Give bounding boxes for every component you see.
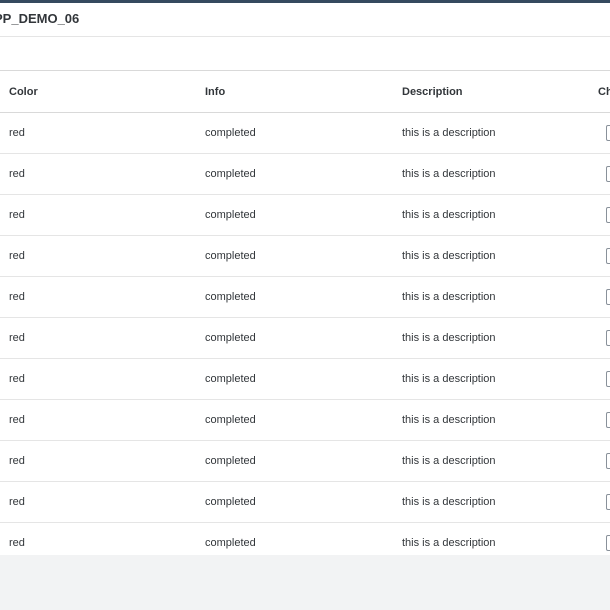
cell-description: this is a description — [402, 209, 496, 221]
cell-color: red — [9, 291, 25, 303]
cell-description: this is a description — [402, 332, 496, 344]
cell-info: completed — [205, 373, 256, 385]
cell-color: red — [9, 168, 25, 180]
cell-color: red — [9, 414, 25, 426]
table-row[interactable]: red completed this is a description — [0, 318, 610, 359]
cell-description: this is a description — [402, 373, 496, 385]
table-row[interactable]: red completed this is a description — [0, 277, 610, 318]
cell-info: completed — [205, 496, 256, 508]
table-row[interactable]: red completed this is a description — [0, 113, 610, 154]
cell-description: this is a description — [402, 291, 496, 303]
table-row[interactable]: red completed this is a description — [0, 400, 610, 441]
toolbar — [0, 37, 610, 71]
cell-description: this is a description — [402, 168, 496, 180]
table-row[interactable]: red completed this is a description — [0, 523, 610, 555]
column-header-info[interactable]: Info — [205, 71, 225, 112]
cell-color: red — [9, 373, 25, 385]
table-row[interactable]: red completed this is a description — [0, 482, 610, 523]
column-header-description[interactable]: Description — [402, 71, 463, 112]
cell-color: red — [9, 455, 25, 467]
row-checkbox[interactable] — [606, 535, 610, 551]
cell-info: completed — [205, 414, 256, 426]
cell-description: this is a description — [402, 455, 496, 467]
cell-color: red — [9, 250, 25, 262]
cell-info: completed — [205, 332, 256, 344]
cell-color: red — [9, 537, 25, 549]
cell-description: this is a description — [402, 496, 496, 508]
row-checkbox[interactable] — [606, 248, 610, 264]
cell-info: completed — [205, 168, 256, 180]
row-checkbox[interactable] — [606, 330, 610, 346]
cell-description: this is a description — [402, 127, 496, 139]
row-checkbox[interactable] — [606, 207, 610, 223]
table-row[interactable]: red completed this is a description — [0, 359, 610, 400]
row-checkbox[interactable] — [606, 412, 610, 428]
table-header-row: Color Info Description Ch — [0, 71, 610, 113]
table-row[interactable]: red completed this is a description — [0, 195, 610, 236]
cell-description: this is a description — [402, 414, 496, 426]
cell-info: completed — [205, 455, 256, 467]
cell-info: completed — [205, 291, 256, 303]
row-checkbox[interactable] — [606, 166, 610, 182]
cell-info: completed — [205, 537, 256, 549]
table-row[interactable]: red completed this is a description — [0, 154, 610, 195]
cell-description: this is a description — [402, 537, 496, 549]
page-header: PP_DEMO_06 — [0, 3, 610, 37]
row-checkbox[interactable] — [606, 289, 610, 305]
cell-info: completed — [205, 250, 256, 262]
cell-color: red — [9, 496, 25, 508]
column-header-color[interactable]: Color — [9, 71, 38, 112]
cell-color: red — [9, 332, 25, 344]
row-checkbox[interactable] — [606, 125, 610, 141]
column-header-checkbox[interactable]: Ch — [598, 71, 610, 112]
cell-info: completed — [205, 209, 256, 221]
page-title: PP_DEMO_06 — [0, 11, 80, 26]
table-row[interactable]: red completed this is a description — [0, 236, 610, 277]
cell-color: red — [9, 209, 25, 221]
table-row[interactable]: red completed this is a description — [0, 441, 610, 482]
cell-info: completed — [205, 127, 256, 139]
row-checkbox[interactable] — [606, 453, 610, 469]
row-checkbox[interactable] — [606, 371, 610, 387]
cell-color: red — [9, 127, 25, 139]
empty-area — [0, 555, 610, 610]
data-table: Color Info Description Ch red completed th… — [0, 71, 610, 555]
row-checkbox[interactable] — [606, 494, 610, 510]
cell-description: this is a description — [402, 250, 496, 262]
